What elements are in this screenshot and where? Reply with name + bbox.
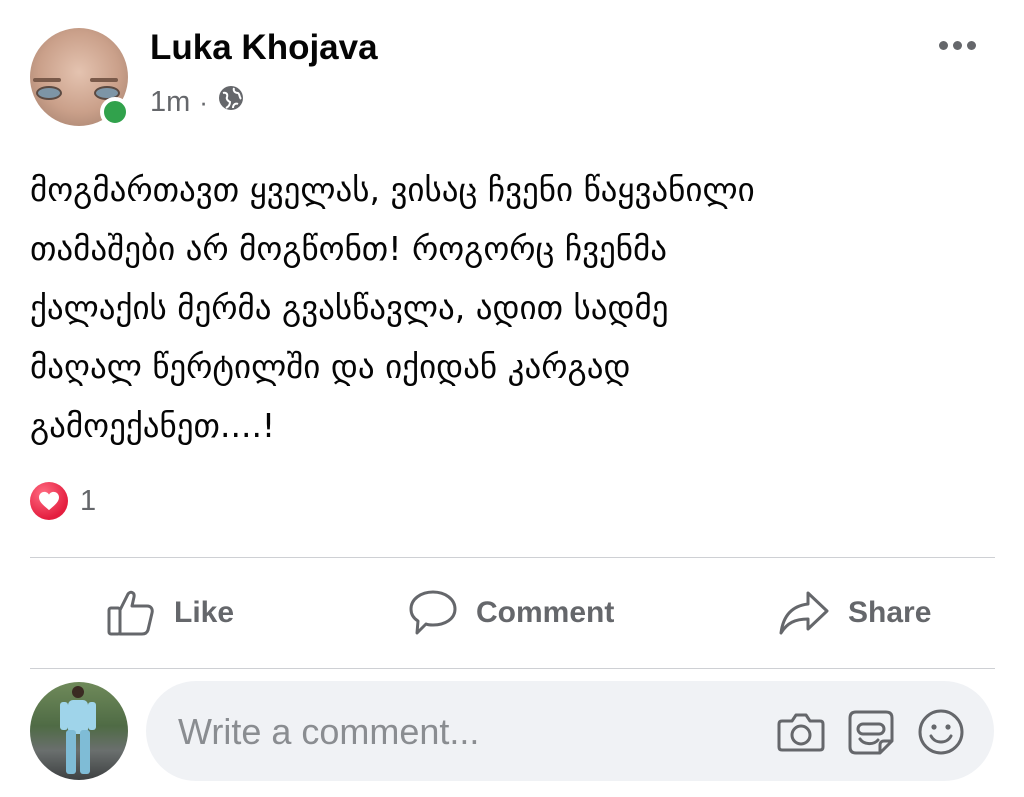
thumbs-up-icon — [106, 588, 156, 638]
reaction-summary[interactable]: 1 — [30, 480, 96, 522]
gif-sticker-icon[interactable] — [846, 707, 896, 757]
comment-composer — [146, 681, 994, 783]
reaction-count: 1 — [80, 484, 97, 517]
post-timestamp[interactable]: 1m — [150, 86, 190, 119]
divider — [30, 557, 995, 558]
share-label: Share — [848, 596, 932, 629]
emoji-icon[interactable] — [916, 707, 966, 757]
comment-label: Comment — [476, 596, 615, 629]
comment-bubble-icon — [408, 588, 458, 638]
more-options-icon[interactable] — [932, 30, 982, 60]
current-user-avatar[interactable] — [30, 682, 128, 780]
share-button[interactable]: Share — [778, 585, 931, 641]
globe-icon[interactable] — [217, 84, 245, 120]
online-status-dot — [100, 97, 130, 127]
facebook-post: Luka Khojava 1m · მოგმართავთ ყველას, ვის… — [0, 0, 1024, 797]
post-text: მოგმართავთ ყველას, ვისაც ჩვენი წაყვანილი… — [30, 170, 755, 445]
author-name[interactable]: Luka Khojava — [150, 28, 378, 68]
divider — [30, 668, 995, 669]
like-label: Like — [174, 596, 235, 629]
comment-button[interactable]: Comment — [408, 585, 614, 641]
post-meta: 1m · — [150, 84, 245, 120]
share-arrow-icon — [778, 588, 830, 638]
heart-icon — [30, 482, 68, 520]
camera-icon[interactable] — [776, 707, 826, 757]
comment-input[interactable] — [176, 681, 740, 783]
like-button[interactable]: Like — [106, 585, 234, 641]
meta-separator: · — [199, 86, 208, 117]
